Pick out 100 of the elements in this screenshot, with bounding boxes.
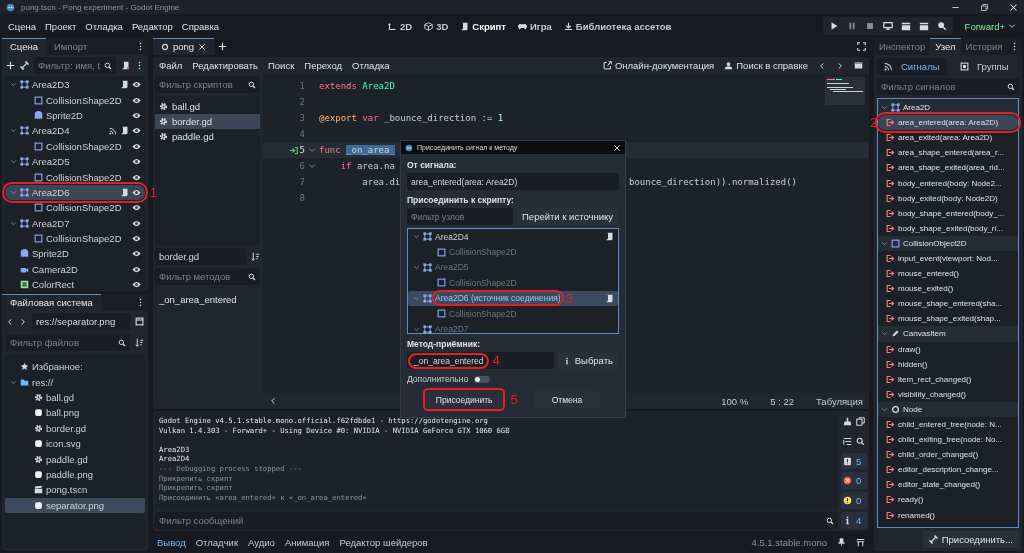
workspace-tab[interactable]: 2D	[388, 20, 413, 32]
file-item[interactable]: paddle.gd	[5, 451, 145, 467]
node-filter-field[interactable]: Фильтр узлов	[407, 208, 513, 225]
node-tree-item[interactable]: Area2D5	[408, 259, 618, 276]
file-item[interactable]: icon.svg	[5, 435, 145, 452]
tree-item[interactable]: Sprite2D	[5, 246, 145, 262]
filter-icon[interactable]	[843, 436, 852, 446]
dock-tab[interactable]: Сцена	[2, 38, 46, 55]
workspace-tab[interactable]: 3D	[424, 20, 449, 32]
workspace-tab[interactable]: Игра	[517, 20, 552, 32]
file-item[interactable]: pong.tscn	[5, 482, 145, 498]
script-item[interactable]: paddle.gd	[155, 129, 260, 144]
tree-item[interactable]: CollisionShape2D	[5, 138, 145, 154]
tree-item[interactable]: ColorRect	[5, 277, 145, 293]
method-filter-field[interactable]: Фильтр методов	[155, 268, 260, 285]
menu-item[interactable]: Файл	[159, 60, 183, 71]
eye-icon[interactable]	[132, 203, 141, 213]
tree-item[interactable]: Area2D3	[5, 77, 145, 93]
tree-item[interactable]: CollisionShape2D	[5, 92, 145, 108]
signal-tree-item[interactable]: editor_state_changed()	[878, 477, 1018, 493]
close-icon[interactable]	[613, 143, 621, 152]
plus-icon[interactable]	[218, 42, 228, 51]
signal-tree-item[interactable]: visibility_changed()	[878, 386, 1018, 402]
go-to-source-button[interactable]: Перейти к источнику	[516, 208, 619, 225]
expand-icon[interactable]	[857, 42, 866, 51]
eye-icon[interactable]	[132, 157, 141, 167]
signal-tree-item[interactable]: body_entered(body: Node2...	[878, 175, 1018, 191]
message-filter-field[interactable]: Фильтр сообщений	[155, 512, 838, 529]
eye-icon[interactable]	[132, 218, 141, 228]
node-tree-item[interactable]: CollisionShape2D	[408, 244, 618, 260]
chevron-left-icon[interactable]	[269, 397, 277, 405]
restore-icon[interactable]	[980, 2, 989, 12]
help-search-link[interactable]: Поиск в справке	[724, 60, 808, 71]
signal-tree-item[interactable]: body_exited(body: Node2D)	[878, 190, 1018, 206]
dock-tab[interactable]: Инспектор	[874, 38, 931, 55]
eye-icon[interactable]	[132, 249, 141, 259]
node-tree-item[interactable]: Area2D6 (источник соединения) 3	[408, 290, 618, 306]
method-item[interactable]: _on_area_entered	[159, 294, 256, 305]
eye-icon[interactable]	[132, 187, 141, 197]
menu-item[interactable]: Отладка	[352, 60, 390, 71]
tree-item[interactable]: Area2D4	[5, 123, 145, 139]
signal-tree-item[interactable]: ready()	[878, 492, 1018, 508]
copy-icon[interactable]	[856, 416, 865, 426]
minimap-drawing[interactable]	[825, 77, 865, 105]
pick-button[interactable]: Выбрать	[556, 352, 619, 369]
connect-button[interactable]: Присоединить	[425, 391, 503, 408]
node-tree-item[interactable]: Area2D4	[408, 229, 618, 245]
dock-tab[interactable]: История	[960, 38, 1008, 55]
eye-icon[interactable]	[132, 95, 141, 105]
message-counter-toggle[interactable]: 4	[841, 512, 867, 529]
plus-icon[interactable]	[6, 61, 15, 70]
path-field[interactable]: res://separator.png	[32, 313, 130, 330]
signal-tree-item[interactable]: child_order_changed()	[878, 447, 1018, 463]
signal-tree-item[interactable]: draw()	[878, 341, 1018, 357]
script-item[interactable]: border.gd	[155, 114, 260, 129]
sort-icon[interactable]	[251, 252, 260, 261]
connect-button[interactable]: Присоединить...	[922, 531, 1019, 548]
signal-filter-field[interactable]: Фильтр сигналов	[877, 78, 1019, 95]
dock-tab[interactable]: Узел	[930, 38, 961, 55]
dock-icon[interactable]	[856, 537, 865, 547]
signal-tree-item[interactable]: child_entered_tree(node: N...	[878, 416, 1018, 433]
tree-item[interactable]: Sprite2D	[5, 107, 145, 124]
close-icon[interactable]	[198, 42, 207, 51]
sort-icon[interactable]	[135, 338, 144, 347]
node-tree-item[interactable]: CollisionShape2D	[408, 275, 618, 291]
stop-icon[interactable]	[864, 21, 875, 31]
message-counter-toggle[interactable]: 0	[841, 472, 867, 490]
chevron-right-icon[interactable]	[19, 317, 27, 326]
node-tree-item[interactable]: Area2D7	[408, 321, 618, 337]
signal-tree-item[interactable]: mouse_shape_exited(shap...	[878, 311, 1018, 327]
signal-tree-item[interactable]: body_shape_entered(body_...	[878, 205, 1018, 221]
docs-link[interactable]: Онлайн-документация	[602, 60, 715, 71]
close-icon[interactable]	[1009, 2, 1018, 12]
signal-tree-item[interactable]: area_exited(area: Area2D)	[878, 130, 1018, 146]
method-field[interactable]: _on_area_entered 4	[407, 352, 554, 369]
signal-tree-item[interactable]: mouse_exited()	[878, 281, 1018, 297]
signal-tree-item[interactable]: CollisionObject2D	[878, 235, 1018, 251]
bottom-panel-tab[interactable]: Анимация	[284, 536, 330, 548]
zoom-level[interactable]: 100 %	[721, 395, 749, 407]
chevron-left-icon[interactable]	[818, 61, 826, 70]
file-item[interactable]: res://	[5, 374, 145, 390]
clapperboard-icon[interactable]	[900, 21, 911, 31]
node-tree-item[interactable]: CollisionShape2D	[408, 305, 618, 322]
tree-item[interactable]: CollisionShape2D	[5, 200, 145, 216]
bottom-panel-tab[interactable]: Редактор шейдеров	[339, 536, 428, 548]
cancel-button[interactable]: Отмена	[533, 391, 601, 408]
tree-item[interactable]: CollisionShape2D	[5, 169, 145, 185]
dock-tab[interactable]: Импорт	[46, 38, 96, 55]
tree-item[interactable]: CollisionShape2D	[5, 230, 145, 247]
message-counter-toggle[interactable]: 5	[841, 452, 867, 470]
clear-icon[interactable]	[843, 416, 852, 426]
menu-item[interactable]: Редактор	[131, 20, 173, 32]
file-item[interactable]: ball.gd	[5, 389, 145, 406]
menu-item[interactable]: Справка	[181, 20, 220, 32]
eye-icon[interactable]	[132, 141, 141, 151]
file-item[interactable]: separator.png	[5, 497, 145, 513]
broadcast-icon[interactable]	[109, 126, 117, 135]
signal-tree-item[interactable]: input_event(viewport: Nod...	[878, 250, 1018, 267]
message-counter-toggle[interactable]: 0	[841, 492, 867, 510]
menu-item[interactable]: Сцена	[8, 20, 36, 32]
